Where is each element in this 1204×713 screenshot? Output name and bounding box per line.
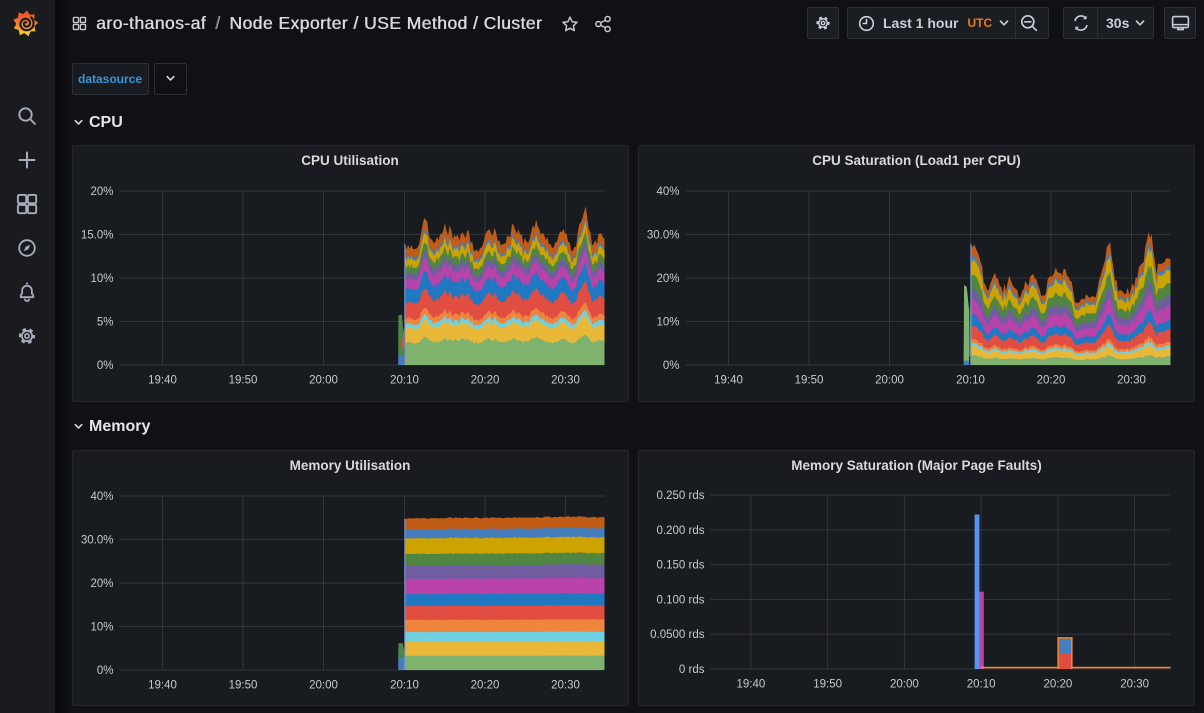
svg-text:20:20: 20:20 (470, 679, 499, 691)
svg-text:20:00: 20:00 (875, 375, 904, 387)
svg-text:19:50: 19:50 (795, 375, 824, 387)
svg-text:19:50: 19:50 (813, 678, 842, 690)
svg-text:30.0%: 30.0% (647, 230, 680, 242)
svg-text:40%: 40% (656, 186, 679, 198)
svg-text:20:10: 20:10 (967, 678, 996, 690)
svg-text:20:00: 20:00 (309, 679, 338, 691)
svg-text:20:20: 20:20 (1044, 678, 1073, 690)
svg-text:0 rds: 0 rds (679, 664, 705, 676)
svg-text:19:40: 19:40 (714, 375, 743, 387)
svg-text:10%: 10% (656, 317, 679, 329)
svg-text:0%: 0% (663, 360, 680, 372)
svg-text:10%: 10% (90, 273, 113, 285)
svg-text:20:30: 20:30 (551, 375, 580, 387)
svg-text:20:30: 20:30 (551, 679, 580, 691)
svg-text:5%: 5% (96, 317, 113, 329)
svg-text:30.0%: 30.0% (80, 534, 113, 546)
svg-text:0.150 rds: 0.150 rds (657, 559, 705, 571)
svg-text:20:00: 20:00 (309, 375, 338, 387)
svg-text:20:00: 20:00 (890, 678, 919, 690)
svg-text:0.200 rds: 0.200 rds (657, 525, 705, 537)
svg-text:19:40: 19:40 (737, 678, 766, 690)
svg-text:19:50: 19:50 (228, 375, 257, 387)
svg-text:20:30: 20:30 (1117, 375, 1146, 387)
svg-text:20:20: 20:20 (1037, 375, 1066, 387)
svg-text:19:40: 19:40 (148, 375, 177, 387)
svg-text:20%: 20% (90, 578, 113, 590)
svg-text:20:30: 20:30 (1120, 678, 1149, 690)
svg-text:19:40: 19:40 (148, 679, 177, 691)
svg-text:0%: 0% (96, 360, 113, 372)
svg-text:20%: 20% (90, 186, 113, 198)
svg-text:0.250 rds: 0.250 rds (657, 490, 705, 502)
svg-text:20:10: 20:10 (956, 375, 985, 387)
svg-text:40%: 40% (90, 491, 113, 503)
svg-text:20%: 20% (656, 273, 679, 285)
svg-text:15.0%: 15.0% (80, 230, 113, 242)
svg-text:0.100 rds: 0.100 rds (657, 594, 705, 606)
svg-text:20:10: 20:10 (390, 375, 419, 387)
svg-text:19:50: 19:50 (228, 679, 257, 691)
svg-text:10%: 10% (90, 621, 113, 633)
svg-text:20:20: 20:20 (470, 375, 499, 387)
svg-text:0%: 0% (96, 665, 113, 677)
svg-text:20:10: 20:10 (390, 679, 419, 691)
svg-text:0.0500 rds: 0.0500 rds (650, 629, 705, 641)
